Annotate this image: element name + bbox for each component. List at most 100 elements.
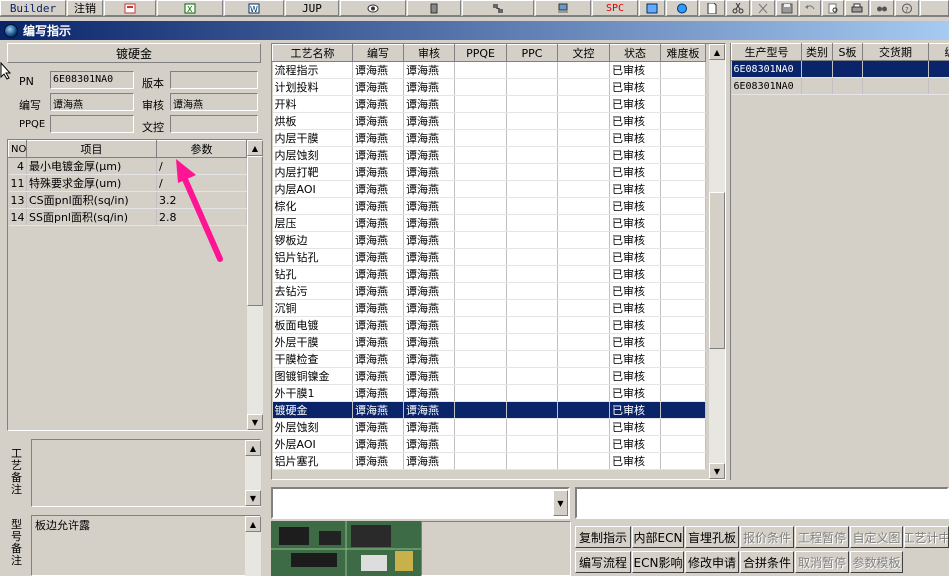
model-col-header[interactable]: 类别 <box>801 43 833 61</box>
table-cell[interactable]: 谭海燕 <box>403 61 455 79</box>
table-cell[interactable]: 谭海燕 <box>352 384 404 402</box>
table-cell[interactable]: 谭海燕 <box>403 146 455 164</box>
table-cell[interactable]: 已审核 <box>609 333 661 351</box>
table-cell[interactable]: 谭海燕 <box>352 78 404 96</box>
table-cell[interactable] <box>660 316 706 334</box>
table-cell[interactable] <box>506 146 558 164</box>
table-cell[interactable]: 谭海燕 <box>352 231 404 249</box>
table-row[interactable]: 外干膜1 谭海燕 谭海燕 已审核 <box>272 384 706 402</box>
word-icon[interactable]: W <box>224 0 284 16</box>
table-cell[interactable] <box>454 146 507 164</box>
scroll-up-icon[interactable]: ▲ <box>245 516 261 532</box>
excel-icon[interactable]: X <box>157 0 223 16</box>
table-cell[interactable]: 内层干膜 <box>272 129 353 147</box>
table-cell[interactable] <box>557 197 610 215</box>
table-row[interactable]: 图镀铜镍金 谭海燕 谭海燕 已审核 <box>272 367 706 385</box>
table-row[interactable]: 棕化 谭海燕 谭海燕 已审核 <box>272 197 706 215</box>
table-cell[interactable]: 去钻污 <box>272 282 353 300</box>
table-cell[interactable]: 外层AOI <box>272 435 353 453</box>
table-cell[interactable]: 谭海燕 <box>352 452 404 470</box>
table-cell[interactable]: 谭海燕 <box>403 418 455 436</box>
table-cell[interactable] <box>506 265 558 283</box>
scroll-up-icon[interactable]: ▲ <box>245 440 261 456</box>
model-note-scrollbar[interactable]: ▲ <box>245 516 261 576</box>
eye-icon[interactable] <box>340 0 406 16</box>
table-cell[interactable]: 已审核 <box>609 95 661 113</box>
table-row[interactable]: 流程指示 谭海燕 谭海燕 已审核 <box>272 61 706 79</box>
table-cell[interactable] <box>832 60 863 78</box>
table-cell[interactable] <box>454 384 507 402</box>
table-cell[interactable]: 谭海燕 <box>403 248 455 266</box>
table-cell[interactable]: 已审核 <box>609 452 661 470</box>
table-cell[interactable] <box>557 418 610 436</box>
network-icon[interactable] <box>462 0 534 16</box>
table-cell[interactable]: 内层打靶 <box>272 163 353 181</box>
process-note-field[interactable] <box>31 439 261 507</box>
table-row[interactable]: 锣板边 谭海燕 谭海燕 已审核 <box>272 231 706 249</box>
table-cell[interactable] <box>557 95 610 113</box>
table-row[interactable]: 6E08301NA0 <box>731 77 949 95</box>
table-cell[interactable] <box>660 282 706 300</box>
action-button[interactable]: 内部ECN <box>632 526 684 548</box>
spc-button[interactable]: SPC <box>592 0 638 16</box>
table-cell[interactable]: 谭海燕 <box>352 129 404 147</box>
table-cell[interactable] <box>506 452 558 470</box>
table-row[interactable]: 内层干膜 谭海燕 谭海燕 已审核 <box>272 129 706 147</box>
table-cell[interactable] <box>557 384 610 402</box>
table-cell[interactable]: 已审核 <box>609 282 661 300</box>
table-cell[interactable] <box>454 401 507 419</box>
table-cell[interactable] <box>557 367 610 385</box>
table-cell[interactable]: 已审核 <box>609 180 661 198</box>
table-cell[interactable]: 已审核 <box>609 129 661 147</box>
action-button[interactable]: 编写流程 <box>575 551 631 573</box>
table-cell[interactable]: 已审核 <box>609 367 661 385</box>
table-cell[interactable]: 已审核 <box>609 112 661 130</box>
process-col-header[interactable]: 审核 <box>403 44 455 62</box>
table-cell[interactable]: 谭海燕 <box>403 299 455 317</box>
export-icon[interactable] <box>639 0 665 16</box>
table-cell[interactable] <box>506 299 558 317</box>
table-row[interactable]: 去钻污 谭海燕 谭海燕 已审核 <box>272 282 706 300</box>
table-cell[interactable]: 谭海燕 <box>352 435 404 453</box>
process-col-header[interactable]: 编写 <box>352 44 404 62</box>
table-cell[interactable] <box>660 333 706 351</box>
table-cell[interactable]: 已审核 <box>609 265 661 283</box>
table-cell[interactable]: 谭海燕 <box>352 180 404 198</box>
table-cell[interactable]: 流程指示 <box>272 61 353 79</box>
table-cell[interactable] <box>506 197 558 215</box>
table-cell[interactable] <box>660 350 706 368</box>
table-cell[interactable] <box>660 146 706 164</box>
writer-field[interactable]: 谭海燕 <box>50 93 134 111</box>
table-cell[interactable]: 谭海燕 <box>403 401 455 419</box>
table-cell[interactable] <box>801 60 833 78</box>
table-cell[interactable] <box>557 282 610 300</box>
table-cell[interactable] <box>454 418 507 436</box>
builder-button[interactable]: Builder <box>0 0 66 16</box>
table-cell[interactable]: 棕化 <box>272 197 353 215</box>
table-cell[interactable] <box>557 350 610 368</box>
table-cell[interactable] <box>454 435 507 453</box>
cut-icon[interactable] <box>726 0 750 16</box>
scroll-up-icon[interactable]: ▲ <box>709 44 725 60</box>
table-cell[interactable]: 铝片塞孔 <box>272 452 353 470</box>
dropdown-arrow-icon[interactable]: ▼ <box>553 490 568 516</box>
table-cell[interactable] <box>454 95 507 113</box>
param-scrollbar[interactable]: ▲ ▼ <box>247 140 263 430</box>
table-cell[interactable] <box>454 129 507 147</box>
table-row[interactable]: 外层干膜 谭海燕 谭海燕 已审核 <box>272 333 706 351</box>
table-cell[interactable]: 已审核 <box>609 316 661 334</box>
table-cell[interactable] <box>557 146 610 164</box>
table-cell[interactable]: 已审核 <box>609 163 661 181</box>
table-cell[interactable] <box>506 163 558 181</box>
table-cell[interactable] <box>557 180 610 198</box>
table-cell[interactable] <box>506 401 558 419</box>
scroll-thumb[interactable] <box>709 192 725 349</box>
table-cell[interactable] <box>660 248 706 266</box>
table-cell[interactable] <box>506 112 558 130</box>
table-cell[interactable]: 谭海燕 <box>352 163 404 181</box>
action-button[interactable]: 工程暂停 <box>795 526 849 548</box>
action-button[interactable]: 盲埋孔板 <box>685 526 739 548</box>
table-cell[interactable]: 谭海燕 <box>352 61 404 79</box>
table-cell[interactable] <box>660 418 706 436</box>
table-cell[interactable]: 已审核 <box>609 61 661 79</box>
